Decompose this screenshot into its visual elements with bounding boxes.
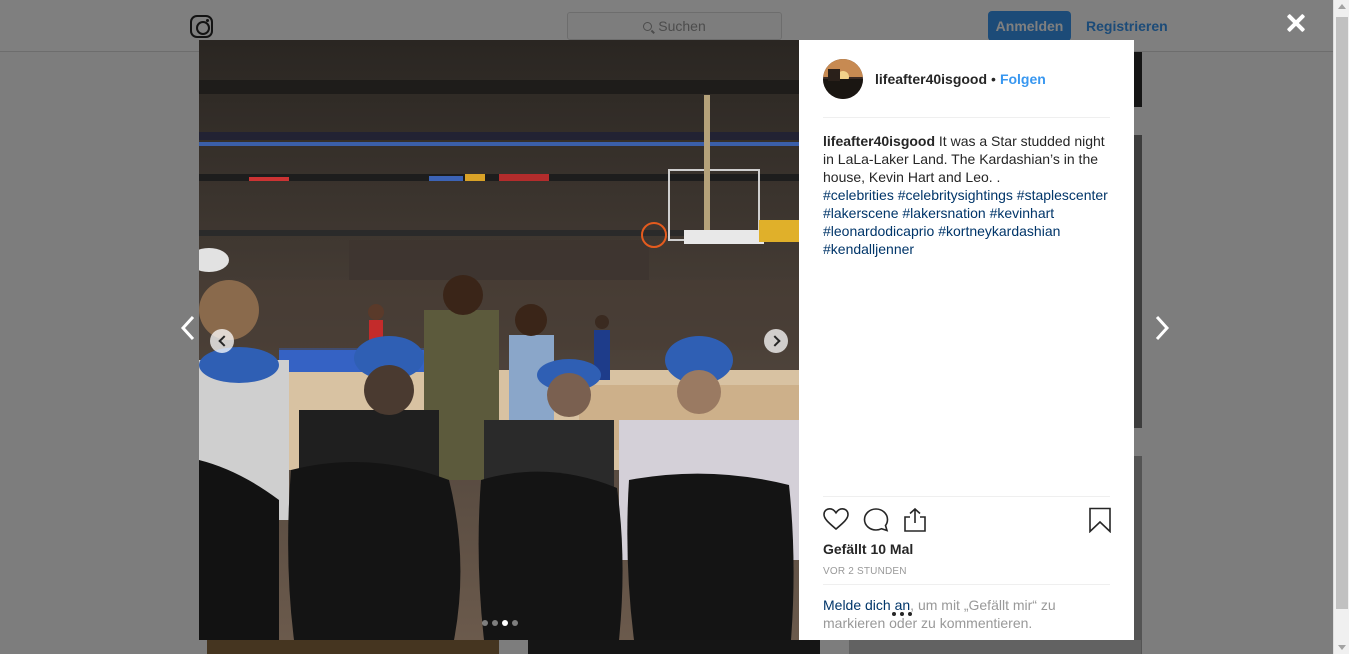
- close-icon[interactable]: [1283, 10, 1309, 36]
- carousel-dots: [482, 620, 518, 626]
- carousel-dot: [502, 620, 508, 626]
- share-icon[interactable]: [902, 507, 928, 533]
- post-photo[interactable]: [199, 40, 799, 640]
- hashtag-link[interactable]: #lakersnation: [902, 205, 985, 221]
- hashtag-link[interactable]: #celebritysightings: [898, 187, 1013, 203]
- follow-button[interactable]: Folgen: [1000, 71, 1046, 87]
- comment-icon[interactable]: [863, 507, 889, 533]
- carousel-dot: [492, 620, 498, 626]
- chevron-left-icon[interactable]: [178, 314, 198, 342]
- carousel-dot: [482, 620, 488, 626]
- post-modal: lifeafter40isgood • Folgen lifeafter40is…: [199, 40, 1134, 640]
- carousel-prev-button[interactable]: [210, 329, 234, 353]
- scrollbar-thumb[interactable]: [1336, 17, 1348, 609]
- avatar[interactable]: [823, 58, 863, 99]
- post-timestamp: VOR 2 STUNDEN: [823, 566, 907, 577]
- chevron-right-icon[interactable]: [1152, 314, 1172, 342]
- like-count[interactable]: Gefällt 10 Mal: [823, 541, 913, 557]
- scroll-down-icon[interactable]: [1338, 645, 1346, 650]
- login-prompt: Melde dich an, um mit „Gefällt mir“ zu m…: [823, 584, 1110, 632]
- login-prompt-link[interactable]: Melde dich an: [823, 597, 910, 613]
- hashtag-link[interactable]: #kortneykardashian: [938, 223, 1060, 239]
- bookmark-icon[interactable]: [1087, 507, 1113, 533]
- scroll-up-icon[interactable]: [1338, 4, 1346, 9]
- hashtag-link[interactable]: #kevinhart: [990, 205, 1055, 221]
- arena-photo-image: [199, 40, 799, 640]
- hashtag-link[interactable]: #celebrities: [823, 187, 894, 203]
- avatar-image: [823, 58, 863, 99]
- separator-dot: •: [991, 70, 996, 87]
- post-header: lifeafter40isgood • Folgen: [823, 40, 1110, 118]
- caption-username[interactable]: lifeafter40isgood: [823, 133, 935, 149]
- carousel-next-button[interactable]: [764, 329, 788, 353]
- hashtag-link[interactable]: #lakerscene: [823, 205, 899, 221]
- more-icon[interactable]: [892, 612, 912, 618]
- heart-icon[interactable]: [823, 507, 849, 533]
- page-scrollbar[interactable]: [1333, 0, 1349, 654]
- post-sidebar: lifeafter40isgood • Folgen lifeafter40is…: [799, 40, 1134, 640]
- post-caption: lifeafter40isgood It was a Star studded …: [823, 118, 1110, 258]
- post-username[interactable]: lifeafter40isgood: [875, 71, 987, 87]
- carousel-dot: [512, 620, 518, 626]
- hashtag-link[interactable]: #kendalljenner: [823, 241, 914, 257]
- hashtag-list: #celebrities #celebritysightings #staple…: [823, 187, 1108, 257]
- hashtag-link[interactable]: #leonardodicaprio: [823, 223, 934, 239]
- post-actions: [823, 496, 1113, 540]
- hashtag-link[interactable]: #staplescenter: [1017, 187, 1108, 203]
